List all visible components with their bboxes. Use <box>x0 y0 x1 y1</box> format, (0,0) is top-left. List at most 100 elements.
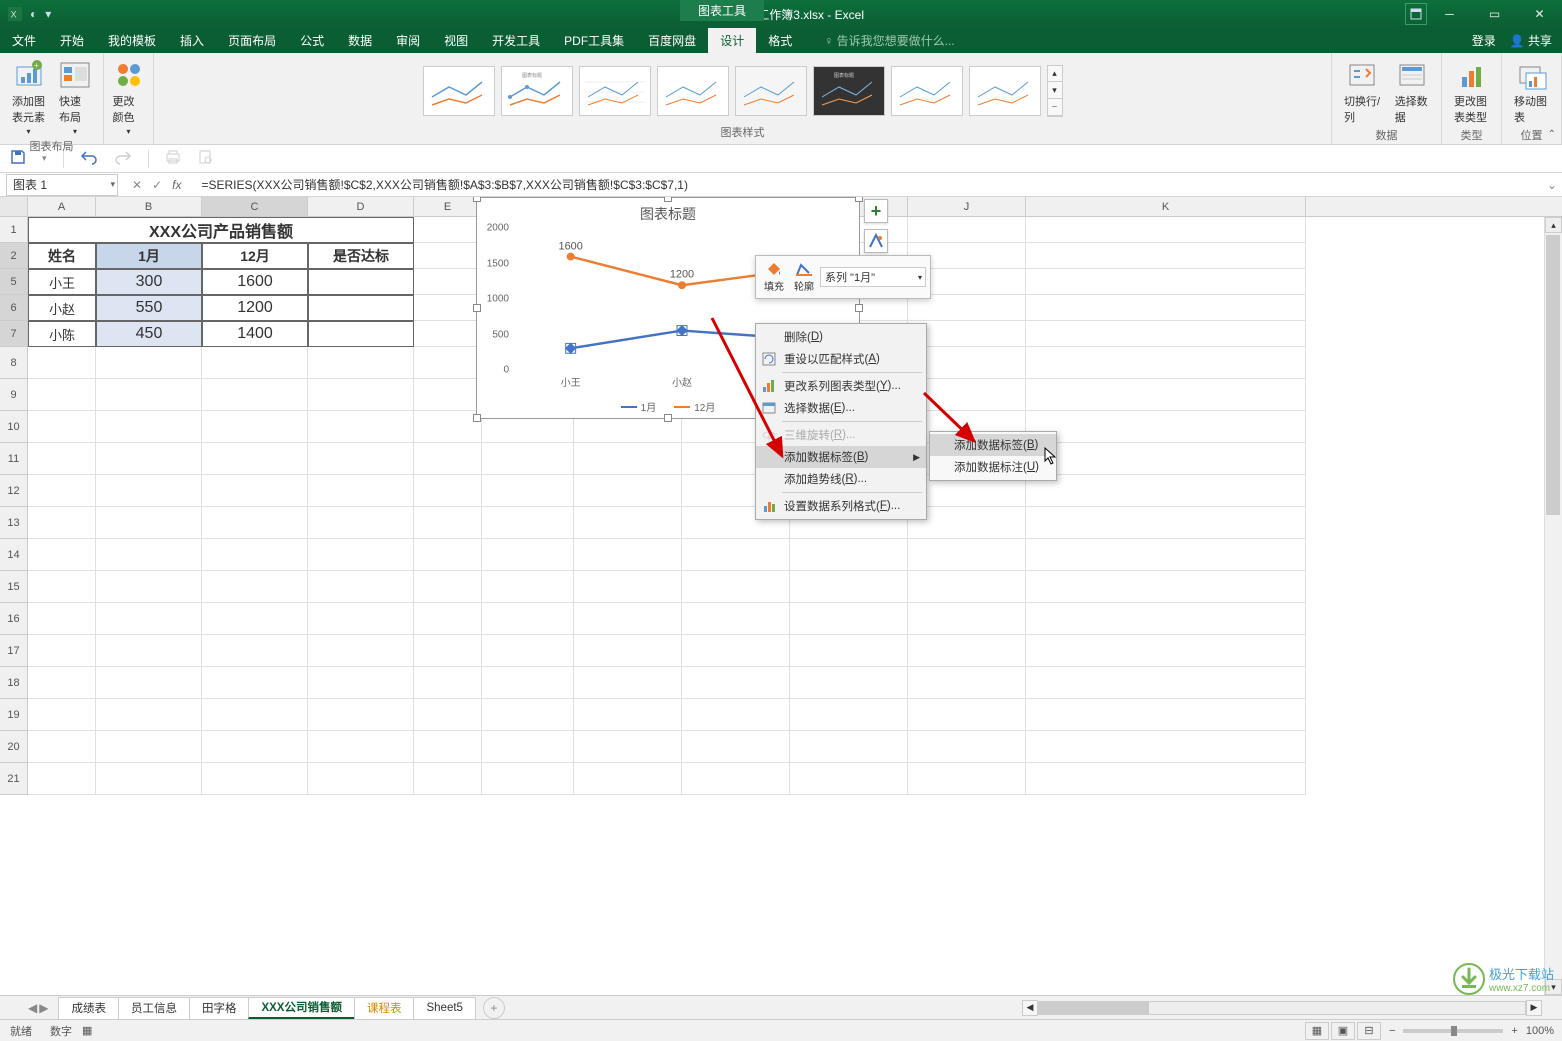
tab-view[interactable]: 视图 <box>432 28 480 53</box>
ctx-format-series[interactable]: 设置数据系列格式(F)... <box>756 495 926 517</box>
row-header-12[interactable]: 12 <box>0 475 28 507</box>
col-header-C[interactable]: C <box>202 197 308 216</box>
col-header-A[interactable]: A <box>28 197 96 216</box>
chart-resize-handle[interactable] <box>855 197 863 202</box>
chart-style-3[interactable] <box>579 66 651 116</box>
col-header-E[interactable]: E <box>414 197 482 216</box>
tab-data[interactable]: 数据 <box>336 28 384 53</box>
quick-layout-button[interactable]: 快速布局▾ <box>55 57 95 138</box>
add-chart-element-button[interactable]: +添加图表元素▾ <box>8 57 49 138</box>
col-header-K[interactable]: K <box>1026 197 1306 216</box>
row-header-8[interactable]: 8 <box>0 347 28 379</box>
submenu-add-labels[interactable]: 添加数据标签(B) <box>930 434 1056 456</box>
row-header-5[interactable]: 5 <box>0 269 28 295</box>
formula-input[interactable]: =SERIES(XXX公司销售额!$C$2,XXX公司销售额!$A$3:$B$7… <box>195 176 1542 193</box>
chart-resize-handle[interactable] <box>664 414 672 422</box>
row-header-1[interactable]: 1 <box>0 217 28 243</box>
hscroll-left[interactable]: ◀ <box>1022 1000 1038 1016</box>
row-header-9[interactable]: 9 <box>0 379 28 411</box>
tell-me[interactable]: ♀ 告诉我您想要做什么... <box>824 32 954 49</box>
name-box[interactable]: 图表 1▾ <box>6 174 118 196</box>
chart-resize-handle[interactable] <box>664 197 672 202</box>
chart-elements-button[interactable]: + <box>864 199 888 223</box>
chart-style-5[interactable] <box>735 66 807 116</box>
sheet-tab[interactable]: 田字格 <box>189 997 250 1019</box>
header-name[interactable]: 姓名 <box>28 243 96 269</box>
row-header-18[interactable]: 18 <box>0 667 28 699</box>
worksheet-grid[interactable]: A B C D E F G H I J K 1 XXX公司产品销售额 2 姓名 … <box>0 197 1562 995</box>
zoom-out-button[interactable]: − <box>1389 1025 1395 1037</box>
print-preview-icon[interactable] <box>197 149 213 168</box>
chart-resize-handle[interactable] <box>473 197 481 202</box>
sheet-tab[interactable]: 成绩表 <box>58 997 119 1019</box>
expand-formula-bar[interactable]: ⌄ <box>1542 178 1562 192</box>
sheet-tab[interactable]: 员工信息 <box>118 997 190 1019</box>
tab-baidu[interactable]: 百度网盘 <box>636 28 708 53</box>
select-data-button[interactable]: 选择数据 <box>1391 57 1433 127</box>
zoom-slider[interactable] <box>1403 1029 1503 1033</box>
switch-row-col-button[interactable]: 切换行/列 <box>1340 57 1385 127</box>
tab-home[interactable]: 开始 <box>48 28 96 53</box>
page-break-view-button[interactable]: ⊟ <box>1357 1022 1381 1040</box>
redo-icon[interactable] <box>114 149 132 168</box>
tab-insert[interactable]: 插入 <box>168 28 216 53</box>
outline-button[interactable]: 轮廓 <box>790 259 818 295</box>
ctx-add-data-labels[interactable]: 添加数据标签(B)▶ <box>756 446 926 468</box>
sheet-nav-next[interactable]: ▶ <box>39 1001 48 1015</box>
col-header-B[interactable]: B <box>96 197 202 216</box>
row-header-15[interactable]: 15 <box>0 571 28 603</box>
sheet-tab-active[interactable]: XXX公司销售额 <box>248 997 355 1019</box>
horizontal-scrollbar[interactable]: ◀ ▶ <box>1022 1000 1542 1016</box>
sheet-tab[interactable]: Sheet5 <box>413 997 475 1019</box>
normal-view-button[interactable]: ▦ <box>1305 1022 1329 1040</box>
chart-style-2[interactable]: 图表标题 <box>501 66 573 116</box>
tab-developer[interactable]: 开发工具 <box>480 28 552 53</box>
row-header-11[interactable]: 11 <box>0 443 28 475</box>
row-header-14[interactable]: 14 <box>0 539 28 571</box>
row-header-6[interactable]: 6 <box>0 295 28 321</box>
series-selector[interactable]: 系列 "1月"▾ <box>820 267 926 287</box>
save-icon[interactable] <box>10 149 26 168</box>
chart-style-6[interactable]: 图表标题 <box>813 66 885 116</box>
chart-styles-button[interactable] <box>864 229 888 253</box>
ctx-reset-style[interactable]: 重设以匹配样式(A) <box>756 348 926 370</box>
chart-style-4[interactable] <box>657 66 729 116</box>
chart-resize-handle[interactable] <box>855 304 863 312</box>
chart-style-1[interactable] <box>423 66 495 116</box>
row-header-7[interactable]: 7 <box>0 321 28 347</box>
ctx-select-data[interactable]: 选择数据(E)... <box>756 397 926 419</box>
select-all-corner[interactable] <box>0 197 28 216</box>
hscroll-thumb[interactable] <box>1039 1002 1149 1014</box>
row-header-10[interactable]: 10 <box>0 411 28 443</box>
fill-button[interactable]: 填充 <box>760 259 788 295</box>
change-colors-button[interactable]: 更改颜色▾ <box>109 57 149 138</box>
maximize-button[interactable]: ▭ <box>1472 0 1517 28</box>
tab-format[interactable]: 格式 <box>756 28 804 53</box>
header-m1[interactable]: 1月 <box>96 243 202 269</box>
chart-resize-handle[interactable] <box>473 414 481 422</box>
table-title-cell[interactable]: XXX公司产品销售额 <box>28 217 414 243</box>
submenu-add-callout[interactable]: 添加数据标注(U) <box>930 456 1056 478</box>
enter-formula-icon[interactable]: ✓ <box>152 178 162 192</box>
ctx-delete[interactable]: 删除(D) <box>756 326 926 348</box>
move-chart-button[interactable]: 移动图表 <box>1510 57 1553 127</box>
hscroll-right[interactable]: ▶ <box>1526 1000 1542 1016</box>
cancel-formula-icon[interactable]: ✕ <box>132 178 142 192</box>
scroll-up-button[interactable]: ▴ <box>1545 217 1562 233</box>
zoom-in-button[interactable]: + <box>1511 1025 1517 1037</box>
row-header-19[interactable]: 19 <box>0 699 28 731</box>
tab-review[interactable]: 审阅 <box>384 28 432 53</box>
header-m12[interactable]: 12月 <box>202 243 308 269</box>
scroll-thumb[interactable] <box>1546 235 1560 515</box>
sheet-tab[interactable]: 课程表 <box>354 997 415 1019</box>
minimize-button[interactable]: ─ <box>1427 0 1472 28</box>
zoom-level[interactable]: 100% <box>1526 1025 1554 1037</box>
tab-pagelayout[interactable]: 页面布局 <box>216 28 288 53</box>
share-button[interactable]: 👤 共享 <box>1510 32 1552 49</box>
row-header-17[interactable]: 17 <box>0 635 28 667</box>
collapse-ribbon-icon[interactable]: ⌃ <box>1548 129 1556 140</box>
col-header-D[interactable]: D <box>308 197 414 216</box>
header-pass[interactable]: 是否达标 <box>308 243 414 269</box>
vertical-scrollbar[interactable]: ▴ ▾ <box>1544 217 1562 995</box>
qat-autosave-icon[interactable]: ◐ <box>30 7 37 21</box>
